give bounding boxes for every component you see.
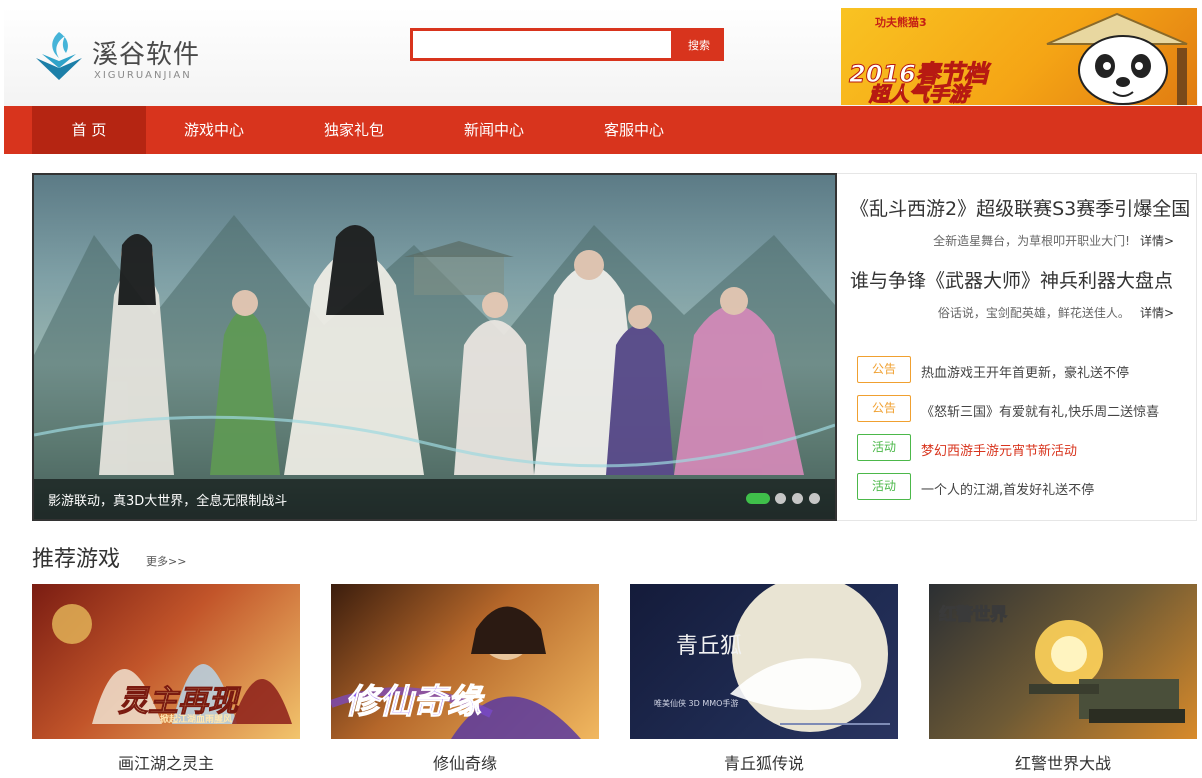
nav-item-home[interactable]: 首 页 <box>32 106 146 154</box>
headline-detail-link-2[interactable]: 详情> <box>1140 306 1174 320</box>
game-thumbnail[interactable]: 青丘狐 唯美仙侠 3D MMO手游 <box>630 584 898 739</box>
game-card[interactable]: 灵主再现 掀起江湖血雨腥风 画江湖之灵主 <box>32 584 300 778</box>
ad-small-text: 功夫熊猫3 <box>875 16 927 29</box>
news-panel: 《乱斗西游2》超级联赛S3赛季引爆全国 全新造星舞台，为草根叩开职业大门! 详情>… <box>837 173 1197 521</box>
game-logo-sub: 掀起江湖血雨腥风 <box>160 715 233 725</box>
event-tag: 活动 <box>857 473 911 500</box>
nav-item-gifts[interactable]: 独家礼包 <box>286 106 422 154</box>
game-title[interactable]: 修仙奇缘 <box>331 750 599 774</box>
game-card[interactable]: 修仙奇缘 修仙奇缘 <box>331 584 599 778</box>
nav-item-news[interactable]: 新闻中心 <box>426 106 562 154</box>
headline-title-2[interactable]: 谁与争锋《武器大师》神兵利器大盘点 <box>850 266 1173 293</box>
notice-link[interactable]: 《怒斩三国》有爱就有礼,快乐周二送惊喜 <box>921 401 1159 420</box>
slider-dot-2[interactable] <box>775 493 786 504</box>
game-title[interactable]: 画江湖之灵主 <box>32 750 300 774</box>
game-logo: 修仙奇缘 <box>345 682 482 723</box>
hero-slider[interactable]: 影游联动，真3D大世界，全息无限制战斗 <box>32 173 837 521</box>
headline-summary-1: 全新造星舞台，为草根叩开职业大门! 详情> <box>933 232 1174 249</box>
section-title: 推荐游戏 <box>32 547 121 572</box>
headline-summary-text-1: 全新造星舞台，为草根叩开职业大门! <box>933 234 1130 248</box>
event-link[interactable]: 一个人的江湖,首发好礼送不停 <box>921 479 1094 498</box>
nav-item-support[interactable]: 客服中心 <box>566 106 702 154</box>
ad-subheadline: 超人气手游 <box>869 82 970 106</box>
game-logo: 红警世界 <box>939 605 1008 626</box>
logo-subtitle: XIGURUANJIAN <box>94 70 192 81</box>
headline-title-1[interactable]: 《乱斗西游2》超级联赛S3赛季引爆全国 <box>850 194 1190 221</box>
notice-link[interactable]: 热血游戏王开年首更新，豪礼送不停 <box>921 362 1129 381</box>
game-title[interactable]: 青丘狐传说 <box>630 750 898 774</box>
headline-summary-text-2: 俗话说，宝剑配英雄，鲜花送佳人。 <box>937 306 1130 320</box>
hero-caption-text: 影游联动，真3D大世界，全息无限制战斗 <box>48 494 288 509</box>
game-art <box>730 584 890 732</box>
notice-tag: 公告 <box>857 356 911 383</box>
banner-ad[interactable]: 功夫熊猫3 2016春节档 超人气手游 <box>841 8 1197 105</box>
hero-image <box>34 215 835 519</box>
game-logo-sub: 唯美仙侠 3D MMO手游 <box>654 699 739 708</box>
headline-detail-link-1[interactable]: 详情> <box>1140 234 1174 248</box>
game-thumbnail[interactable]: 修仙奇缘 <box>331 584 599 739</box>
game-title[interactable]: 红警世界大战 <box>929 750 1197 774</box>
main-nav: 首 页 游戏中心 独家礼包 新闻中心 客服中心 <box>4 106 1202 154</box>
more-games-link[interactable]: 更多>> <box>146 553 186 569</box>
slider-dot-1[interactable] <box>746 493 770 504</box>
search-button[interactable]: 搜索 <box>674 28 724 61</box>
notice-tag: 公告 <box>857 395 911 422</box>
game-logo: 青丘狐 <box>676 634 743 659</box>
event-tag: 活动 <box>857 434 911 461</box>
slider-dot-4[interactable] <box>809 493 820 504</box>
game-thumbnail[interactable]: 红警世界 <box>929 584 1197 739</box>
logo-icon <box>36 32 82 80</box>
logo[interactable]: 溪谷软件 XIGURUANJIAN <box>32 26 212 88</box>
slider-dot-3[interactable] <box>792 493 803 504</box>
hero-caption: 影游联动，真3D大世界，全息无限制战斗 <box>34 479 835 519</box>
header: 溪谷软件 XIGURUANJIAN 搜索 功夫熊猫3 2016春节档 超人气手游 <box>4 8 1198 106</box>
search-input[interactable] <box>410 28 674 61</box>
logo-name: 溪谷软件 <box>92 40 201 70</box>
game-card[interactable]: 红警世界 红警世界大战 <box>929 584 1197 778</box>
nav-item-game-center[interactable]: 游戏中心 <box>146 106 282 154</box>
game-card[interactable]: 青丘狐 唯美仙侠 3D MMO手游 青丘狐传说 <box>630 584 898 778</box>
panda-illustration <box>1046 12 1188 105</box>
page: 溪谷软件 XIGURUANJIAN 搜索 功夫熊猫3 2016春节档 超人气手游… <box>0 0 1202 778</box>
event-link[interactable]: 梦幻西游手游元宵节新活动 <box>921 440 1077 459</box>
game-thumbnail[interactable]: 灵主再现 掀起江湖血雨腥风 <box>32 584 300 739</box>
headline-summary-2: 俗话说，宝剑配英雄，鲜花送佳人。 详情> <box>938 304 1174 321</box>
